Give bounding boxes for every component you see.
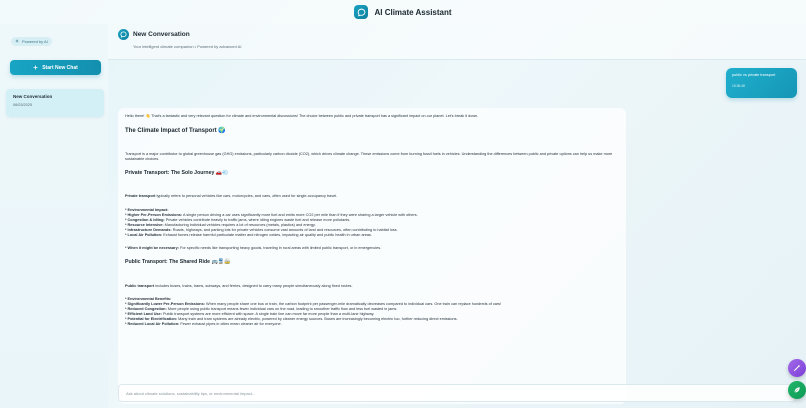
leaf-icon	[794, 387, 800, 393]
sidebar: Powered by AI Start New Chat New Convers…	[0, 24, 108, 408]
powered-label: Powered by AI	[22, 38, 48, 44]
message-input[interactable]	[126, 390, 788, 396]
main-panel: New Conversation Your intelligent climat…	[108, 24, 806, 408]
conversation-item-title: New Conversation	[13, 94, 53, 99]
user-message-text: public vs private transport	[732, 73, 776, 77]
wand-icon	[794, 364, 801, 371]
public-heading: Public Transport: The Shared Ride 🚌🚆🚋	[125, 259, 231, 266]
conversation-header: New Conversation Your intelligent climat…	[108, 24, 806, 60]
assistant-heading: The Climate Impact of Transport 🌍	[125, 128, 226, 135]
chat-bubble-icon	[354, 5, 369, 19]
conversation-list-item[interactable]: New Conversation 06/03/2025	[6, 89, 104, 117]
message-input-bar	[118, 384, 796, 402]
app-title: AI Climate Assistant	[374, 7, 452, 17]
powered-badge: Powered by AI	[11, 36, 52, 46]
sparkle-icon	[15, 39, 19, 43]
private-heading: Private Transport: The Solo Journey 🚗💨	[125, 170, 229, 177]
list-item: * Reduced Local Air Pollution: Fewer exh…	[125, 322, 282, 327]
assistant-paragraph: Transport is a major contributor to glob…	[125, 152, 613, 162]
user-message-bubble: public vs private transport 15:36:48	[726, 68, 797, 98]
conversation-title: New Conversation	[133, 31, 190, 38]
plus-icon	[33, 65, 38, 70]
conversation-subtitle: Your intelligent climate companion • Pow…	[133, 44, 242, 49]
chat-bubble-icon	[118, 29, 129, 40]
start-new-chat-button[interactable]: Start New Chat	[10, 60, 101, 75]
user-message-time: 15:36:48	[732, 84, 745, 88]
eco-button[interactable]	[788, 381, 806, 399]
magic-button[interactable]	[788, 359, 806, 377]
start-new-chat-label: Start New Chat	[42, 64, 78, 71]
conversation-item-date: 06/03/2025	[13, 103, 33, 107]
assistant-message: Hello there! 👋 That's a fantastic and ve…	[118, 108, 626, 404]
app-header: AI Climate Assistant	[0, 0, 806, 24]
